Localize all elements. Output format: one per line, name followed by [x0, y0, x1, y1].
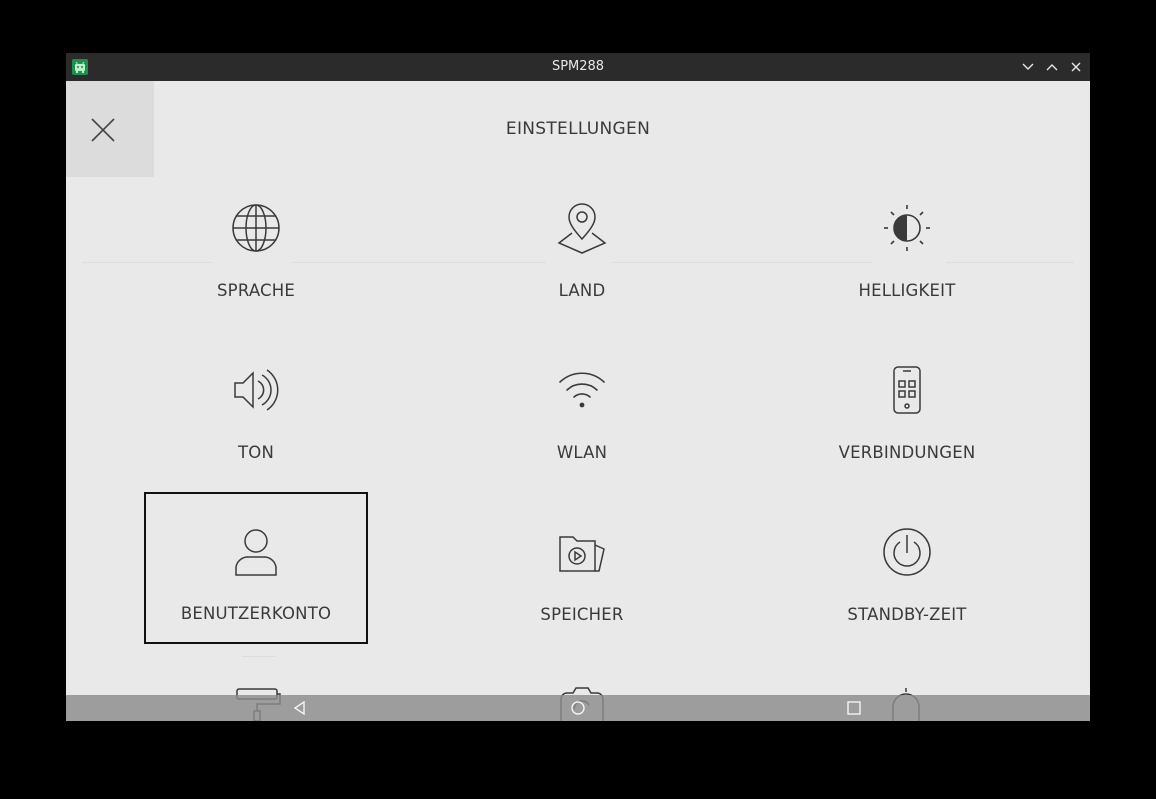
navigation-bar	[66, 695, 1090, 721]
tile-label: HELLIGKEIT	[858, 281, 956, 300]
tile-label: LAND	[558, 281, 606, 300]
media-folder-icon	[559, 536, 605, 572]
phone-app-icon	[893, 366, 921, 414]
power-icon	[883, 528, 931, 576]
maximize-icon[interactable]	[1044, 59, 1060, 75]
brightness-icon	[884, 205, 930, 251]
wifi-icon	[559, 372, 605, 408]
settings-tile-land[interactable]: LAND	[472, 203, 692, 351]
map-pin-icon	[557, 203, 607, 254]
user-icon	[235, 529, 277, 576]
settings-tile-speicher[interactable]: SPEICHER	[472, 527, 692, 675]
tile-label: SPEICHER	[540, 605, 624, 624]
tile-label: BENUTZERKONTO	[180, 604, 332, 623]
settings-tile-helligkeit[interactable]: HELLIGKEIT	[797, 203, 1017, 351]
settings-tile-ton[interactable]: TON	[146, 365, 366, 513]
tile-label: WLAN	[556, 443, 608, 462]
minimize-icon[interactable]	[1020, 59, 1036, 75]
page-title: EINSTELLUNGEN	[505, 119, 651, 139]
tile-label: SPRACHE	[217, 281, 295, 300]
back-icon[interactable]	[292, 700, 308, 716]
speaker-icon	[234, 369, 279, 411]
recents-icon[interactable]	[846, 700, 862, 716]
settings-tile-benutzerkonto[interactable]: BENUTZERKONTO	[144, 492, 368, 644]
divider	[242, 656, 276, 657]
app-window: SPM288 EINSTELLUNGEN SPRACHE LAND HELLIG…	[66, 53, 1090, 721]
window-close-icon[interactable]	[1068, 59, 1084, 75]
globe-icon	[232, 204, 280, 252]
settings-tile-wlan[interactable]: WLAN	[472, 365, 692, 513]
tile-label: TON	[237, 443, 274, 462]
settings-tile-standby-zeit[interactable]: STANDBY-ZEIT	[797, 527, 1017, 675]
settings-tile-sprache[interactable]: SPRACHE	[146, 203, 366, 351]
tile-label: STANDBY-ZEIT	[847, 605, 967, 624]
home-icon[interactable]	[570, 700, 586, 716]
settings-screen: EINSTELLUNGEN SPRACHE LAND HELLIGKEIT TO…	[66, 81, 1090, 721]
tile-label: VERBINDUNGEN	[838, 443, 976, 462]
settings-tile-verbindungen[interactable]: VERBINDUNGEN	[797, 365, 1017, 513]
title-bar: SPM288	[66, 53, 1090, 81]
window-title: SPM288	[551, 59, 605, 74]
